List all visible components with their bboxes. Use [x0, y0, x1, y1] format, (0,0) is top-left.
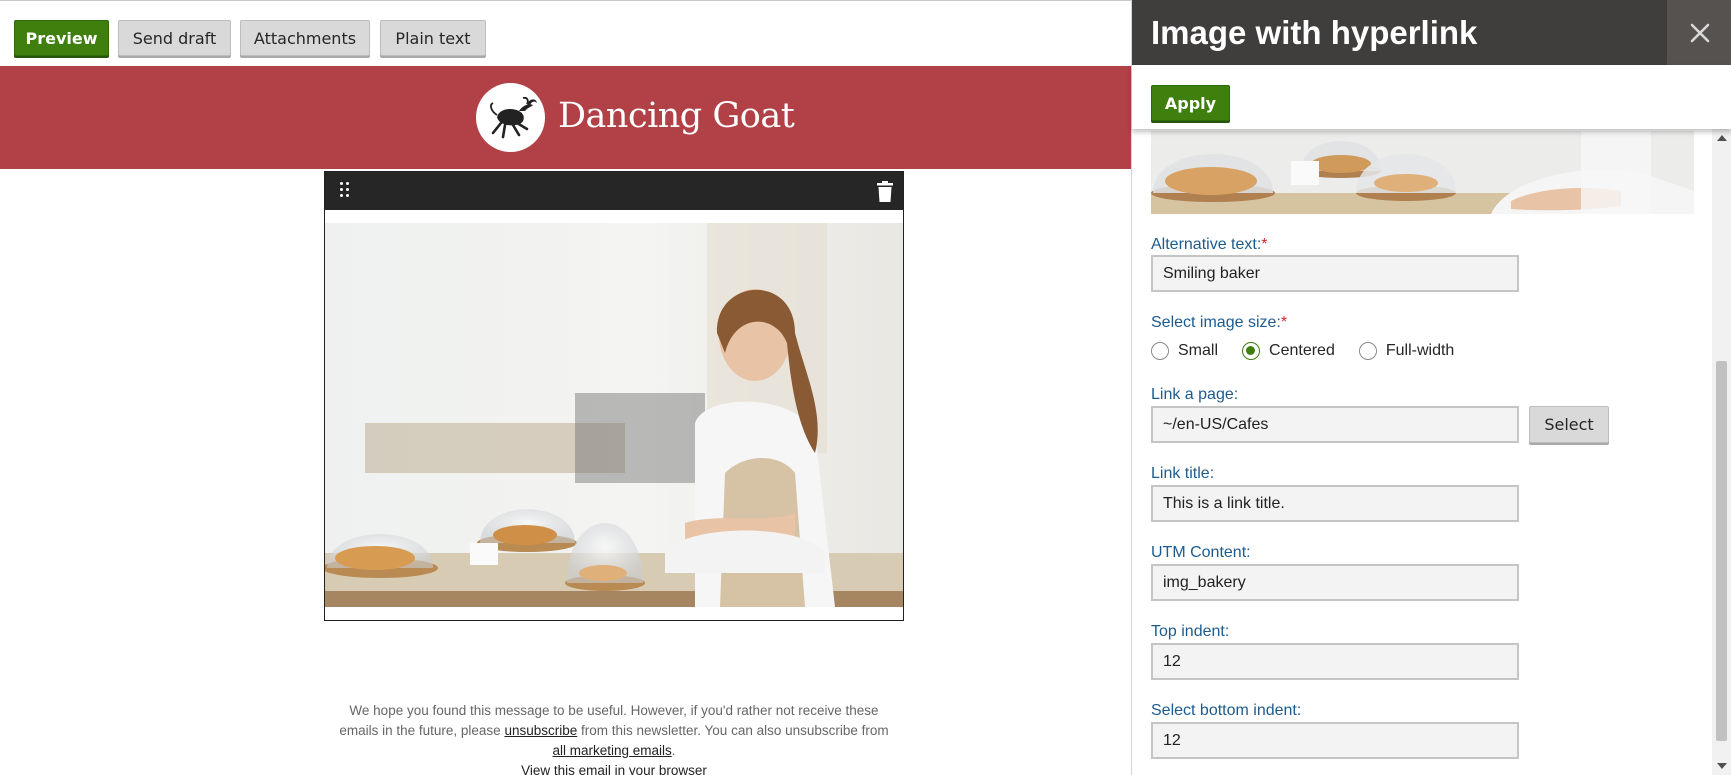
panel-scrollbar[interactable]: [1712, 129, 1731, 775]
unsubscribe-link[interactable]: unsubscribe: [504, 723, 577, 738]
link-title-label: Link title:: [1151, 465, 1215, 482]
alt-text-input[interactable]: Smiling baker: [1151, 255, 1519, 292]
link-page-label: Link a page:: [1151, 386, 1239, 403]
scroll-down-icon[interactable]: [1717, 763, 1727, 769]
footer-period: .: [671, 743, 676, 758]
image-size-label: Select image size:*: [1151, 314, 1288, 331]
attachments-button[interactable]: Attachments: [240, 20, 370, 56]
radio-centered-label: Centered: [1269, 342, 1335, 359]
email-footer: We hope you found this message to be use…: [324, 701, 904, 775]
preview-button[interactable]: Preview: [14, 20, 109, 56]
radio-full-width[interactable]: [1358, 342, 1377, 360]
select-page-button[interactable]: Select: [1529, 406, 1609, 443]
send-draft-button[interactable]: Send draft: [118, 20, 231, 56]
dancing-goat-logo-icon: [476, 83, 545, 152]
radio-small-label: Small: [1178, 342, 1219, 359]
footer-line-1: We hope you found this message to be use…: [349, 703, 879, 718]
all-marketing-emails-link[interactable]: all marketing emails: [552, 743, 671, 758]
image-properties-panel: Image with hyperlink Apply Alternative t…: [1131, 0, 1731, 775]
top-indent-label: Top indent:: [1151, 623, 1230, 640]
widget-toolbar: [325, 172, 903, 210]
link-title-input[interactable]: This is a link title.: [1151, 485, 1519, 522]
email-editor: Preview Send draft Attachments Plain tex…: [0, 0, 1131, 775]
radio-small[interactable]: [1151, 342, 1169, 360]
app-window: Preview Send draft Attachments Plain tex…: [0, 0, 1731, 775]
link-page-input[interactable]: ~/en-US/Cafes: [1151, 406, 1519, 443]
image-widget[interactable]: [324, 171, 904, 621]
image-thumbnail: [1151, 131, 1694, 214]
drag-handle-icon[interactable]: [338, 181, 352, 201]
apply-button[interactable]: Apply: [1151, 85, 1230, 121]
footer-text-segment: emails in the future, please: [339, 723, 505, 738]
brand-name: Dancing Goat: [558, 96, 795, 136]
editor-toolbar: Preview Send draft Attachments Plain tex…: [0, 1, 1131, 66]
top-indent-input[interactable]: 12: [1151, 643, 1519, 680]
trash-icon[interactable]: [877, 181, 893, 202]
plain-text-button[interactable]: Plain text: [380, 20, 486, 56]
utm-content-input[interactable]: img_bakery: [1151, 564, 1519, 601]
radio-centered[interactable]: [1242, 342, 1261, 360]
scrollbar-thumb[interactable]: [1716, 361, 1727, 741]
close-icon[interactable]: [1667, 0, 1731, 65]
panel-form[interactable]: Alternative text:* Smiling baker Select …: [1132, 129, 1712, 775]
baker-photo: [325, 223, 903, 607]
footer-text-segment: from this newsletter. You can also unsub…: [577, 723, 889, 738]
bottom-indent-input[interactable]: 12: [1151, 722, 1519, 759]
alt-text-label: Alternative text:*: [1151, 236, 1268, 253]
panel-title: Image with hyperlink: [1151, 14, 1478, 51]
panel-actions-bar: Apply: [1132, 65, 1731, 129]
panel-header: Image with hyperlink: [1132, 0, 1731, 65]
bottom-indent-label: Select bottom indent:: [1151, 702, 1302, 719]
footer-line-2: emails in the future, please unsubscribe…: [324, 721, 904, 741]
scroll-up-icon[interactable]: [1717, 135, 1727, 141]
radio-full-width-label: Full-width: [1385, 342, 1455, 359]
utm-content-label: UTM Content:: [1151, 544, 1251, 561]
view-in-browser-link[interactable]: View this email in your browser: [324, 761, 904, 775]
footer-line-3: all marketing emails.: [324, 741, 904, 761]
image-size-radio-group: Small Centered Full-width: [1151, 340, 1478, 362]
